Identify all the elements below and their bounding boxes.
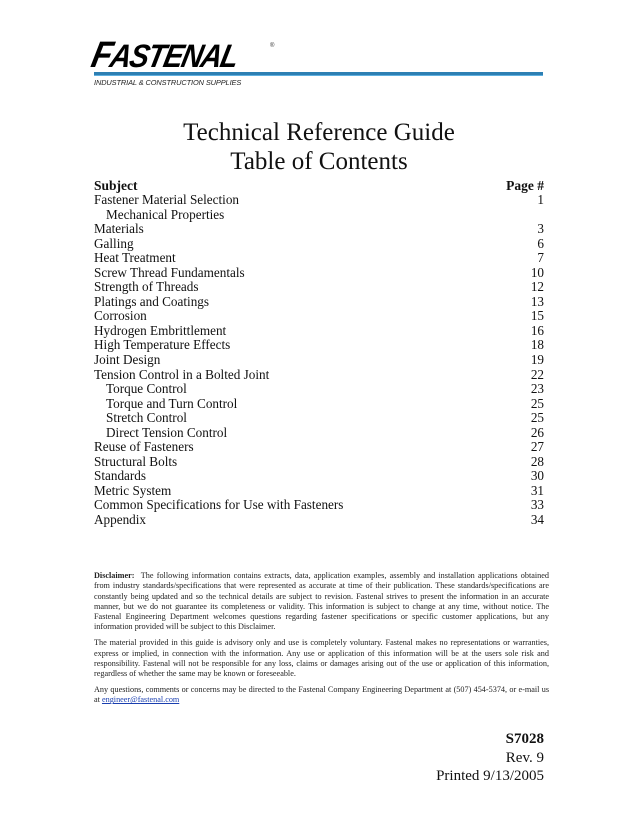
toc-entry: Metric System 31 xyxy=(94,482,544,499)
toc-entry-label: Mechanical Properties xyxy=(106,206,225,222)
toc-entry-page: 23 xyxy=(530,381,544,397)
toc-entry-page: 10 xyxy=(530,264,544,280)
document-code: S7028 xyxy=(505,731,544,747)
toc-entry-page: 27 xyxy=(530,439,544,455)
disclaimer-paragraph-1: Disclaimer: The following information co… xyxy=(94,571,549,633)
toc-entry: Structural Bolts 28 xyxy=(94,453,544,470)
toc-entry: Direct Tension Control 26 xyxy=(94,424,544,441)
disclaimer-paragraph-3: Any questions, comments or concerns may … xyxy=(94,685,549,706)
toc-entry-label: Galling xyxy=(94,235,134,251)
toc-entry-label: Tension Control in a Bolted Joint xyxy=(94,366,270,382)
toc-entry: Materials 3 xyxy=(94,222,544,237)
toc-entry: Common Specifications for Use with Faste… xyxy=(94,498,544,513)
toc-entry-label: Hydrogen Embrittlement xyxy=(94,322,227,338)
toc-entry-page: 1 xyxy=(537,192,544,207)
revision: Rev. 9 xyxy=(505,749,544,766)
document-info: S7028 Rev. 9 Printed 9/13/2005 xyxy=(436,730,544,786)
toc-entry-page: 22 xyxy=(530,366,544,382)
toc-entry-page: 19 xyxy=(530,352,544,368)
toc-entry-page: 15 xyxy=(530,308,544,324)
toc-entry-label: Direct Tension Control xyxy=(106,424,228,440)
toc-entry: Appendix 34 xyxy=(94,512,544,528)
toc-entry-page: 31 xyxy=(530,482,544,498)
printed-date: Printed 9/13/2005 xyxy=(436,768,544,784)
logo-tagline: INDUSTRIAL & CONSTRUCTION SUPPLIES xyxy=(94,78,242,87)
toc-entry-page: 3 xyxy=(537,221,544,237)
toc-entry-label: Reuse of Fasteners xyxy=(94,439,194,455)
toc-entry-label: Torque and Turn Control xyxy=(106,395,238,411)
toc-entry: Reuse of Fasteners 27 xyxy=(94,440,544,455)
toc-entry-page: 30 xyxy=(530,468,544,484)
toc-entry-label: Fastener Material Selection xyxy=(94,192,240,207)
toc-entry: Standards 30 xyxy=(94,469,544,484)
toc-entry-label: Metric System xyxy=(94,482,172,498)
title-line-1: Technical Reference Guide xyxy=(183,119,455,146)
toc-entry-label: Structural Bolts xyxy=(94,453,178,469)
toc-entry-label: Common Specifications for Use with Faste… xyxy=(94,497,344,513)
toc-entry-label: Stretch Control xyxy=(106,410,187,426)
disclaimer-paragraph-2: The material provided in this guide is a… xyxy=(94,638,549,679)
document-title: Technical Reference Guide Table of Conte… xyxy=(0,118,638,176)
toc-entry: Fastener Material Selection 1 xyxy=(94,192,544,208)
logo-wordmark: FASTENAL xyxy=(88,34,241,75)
toc-entry: Galling 6 xyxy=(94,235,544,252)
brand-divider-bar xyxy=(94,72,543,76)
toc-entry-label: Materials xyxy=(94,221,144,237)
toc-entry-label: Corrosion xyxy=(94,308,147,324)
toc-entry: Screw Thread Fundamentals 10 xyxy=(94,264,544,281)
toc-entry: Tension Control in a Bolted Joint 22 xyxy=(94,366,544,383)
toc-entry: Hydrogen Embrittlement 16 xyxy=(94,322,544,339)
toc-entry-page: 34 xyxy=(530,512,544,528)
toc-entry: Strength of Threads 12 xyxy=(94,280,544,295)
toc-entry: Platings and Coatings 13 xyxy=(94,293,544,310)
toc-entry-page: 6 xyxy=(537,235,544,251)
registered-mark: ® xyxy=(270,43,275,49)
toc-entry-page: 12 xyxy=(530,279,544,295)
toc-entry-page: 25 xyxy=(530,395,544,411)
toc-entry-label: Strength of Threads xyxy=(94,279,199,295)
toc-entry: High Temperature Effects 18 xyxy=(94,338,544,353)
toc-entry-label: High Temperature Effects xyxy=(94,337,231,353)
engineer-email-link[interactable]: engineer@fastenal.com xyxy=(102,695,179,704)
toc-entry-page: 25 xyxy=(530,410,544,426)
disclaimer-label: Disclaimer: xyxy=(94,571,135,580)
toc-entry-label: Platings and Coatings xyxy=(94,293,210,309)
toc-entry-page: 13 xyxy=(530,293,544,309)
toc-entry: Torque Control 23 xyxy=(94,382,544,397)
toc-entry-label: Torque Control xyxy=(106,381,187,397)
toc-entry: Corrosion 15 xyxy=(94,309,544,324)
toc-entry-page: 16 xyxy=(530,322,544,338)
logo-rest: ASTENAL xyxy=(106,39,241,75)
toc-entry-page: 33 xyxy=(530,497,544,513)
toc-entry-page: 28 xyxy=(530,453,544,469)
toc-entry-page: 26 xyxy=(530,424,544,440)
toc-entry: Stretch Control 25 xyxy=(94,411,544,426)
toc-entry-label: Standards xyxy=(94,468,147,484)
table-of-contents: Fastener Material Selection 1 Mechanical P… xyxy=(94,192,544,528)
toc-entry: Torque and Turn Control 25 xyxy=(94,395,544,412)
title-line-2: Table of Contents xyxy=(230,148,408,175)
toc-entry: Joint Design 19 xyxy=(94,352,544,368)
toc-entry-label: Heat Treatment xyxy=(94,250,176,266)
toc-entry-label: Screw Thread Fundamentals xyxy=(94,264,245,280)
disclaimer-text-1: The following information contains extra… xyxy=(94,571,549,632)
toc-entry-label: Appendix xyxy=(94,512,147,528)
toc-entry: Heat Treatment 7 xyxy=(94,251,544,266)
toc-entry-page: 18 xyxy=(530,337,544,353)
disclaimer: Disclaimer: The following information co… xyxy=(94,571,549,711)
fastenal-logo: FASTENAL ® INDUSTRIAL & CONSTRUCTION SUP… xyxy=(88,34,554,88)
toc-entry-label: Joint Design xyxy=(94,352,161,368)
toc-entry-page: 7 xyxy=(537,250,544,266)
toc-entry: Mechanical Properties xyxy=(94,206,544,223)
